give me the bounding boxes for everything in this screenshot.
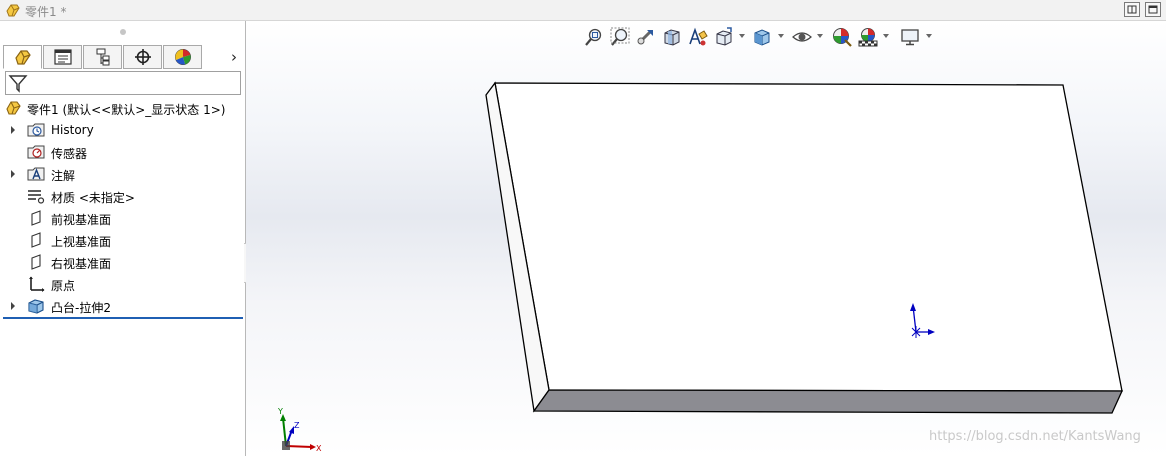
tree-item-label: 注解 [51,169,76,183]
plane-icon [31,254,41,270]
display-manager-icon [174,49,191,65]
tree-item-label: 上视基准面 [51,235,112,249]
property-manager-icon [53,49,72,65]
tree-item-front-plane[interactable]: 前视基准面 [0,207,244,229]
filter-icon [8,75,28,93]
triad-z-label: Z [294,421,300,430]
tree-item-label: 右视基准面 [51,257,112,271]
tree-item-annotations[interactable]: 注解 [0,163,244,185]
tree-item-label: 传感器 [51,147,88,161]
triad-y-label: Y [277,407,283,416]
tree-item-label: 凸台-拉伸2 [51,301,111,315]
tree-item-material[interactable]: 材质 <未指定> [0,185,244,207]
plane-icon [31,232,41,248]
tree-item-right-plane[interactable]: 右视基准面 [0,251,244,273]
tile-icon [1127,5,1137,14]
plane-icon [31,210,41,226]
tree-root-part[interactable]: 零件1 (默认<<默认>_显示状态 1>) [0,97,244,119]
tab-feature-manager[interactable] [3,45,42,69]
tree-item-label: 前视基准面 [51,213,112,227]
expand-arrow-icon[interactable] [9,169,17,179]
title-bar: 零件1 * [0,0,1166,21]
watermark-text: https://blog.csdn.net/KantsWang [929,429,1141,444]
part-model[interactable] [246,21,1166,456]
tree-item-sensors[interactable]: 传感器 [0,141,244,163]
origin-icon [29,276,45,292]
boss-extrude-icon [28,299,44,314]
feature-manager-panel: › 零件1 (默认<<默认>_显示状态 1>) History 传感器 注解 材… [0,21,246,456]
tree-item-top-plane[interactable]: 上视基准面 [0,229,244,251]
dimxpert-manager-icon [134,49,151,65]
tree-item-label: History [51,123,94,137]
part-document-icon [6,4,20,17]
expand-arrow-icon[interactable] [9,301,17,311]
plate-top-face[interactable] [494,82,1123,392]
restore-window-button[interactable] [1124,2,1140,17]
tree-item-boss-extrude[interactable]: 凸台-拉伸2 [0,295,244,317]
expand-arrow-icon[interactable] [9,125,17,135]
configuration-manager-icon [96,48,109,66]
sensor-folder-icon [27,145,45,159]
maximize-icon [1148,5,1158,14]
tree-filter-input[interactable] [5,71,241,95]
plate-front-face[interactable] [532,389,1124,414]
feature-manager-icon [14,50,31,65]
tree-item-origin[interactable]: 原点 [0,273,244,295]
triad-x-label: X [316,444,322,453]
tab-display-manager[interactable] [163,45,202,69]
more-tabs-button[interactable]: › [226,48,242,66]
tree-item-history[interactable]: History [0,119,244,141]
material-icon [28,190,45,204]
part-icon [6,101,21,115]
window-title: 零件1 * [25,5,67,19]
panel-grip-handle[interactable] [120,29,126,35]
rollback-bar[interactable] [3,317,243,319]
tree-item-label: 材质 <未指定> [51,191,135,205]
annotation-folder-icon [27,167,45,181]
reference-triad: X Y Z [277,407,322,453]
history-folder-icon [27,123,45,137]
tab-property-manager[interactable] [43,45,82,69]
maximize-window-button[interactable] [1145,2,1161,17]
tab-configuration-manager[interactable] [83,45,122,69]
tree-item-label: 原点 [51,279,76,293]
tab-dimxpert-manager[interactable] [123,45,162,69]
tree-root-label: 零件1 (默认<<默认>_显示状态 1>) [27,103,226,117]
graphics-viewport[interactable]: X Y Z https://blog.csdn.net/KantsWang [246,21,1166,456]
